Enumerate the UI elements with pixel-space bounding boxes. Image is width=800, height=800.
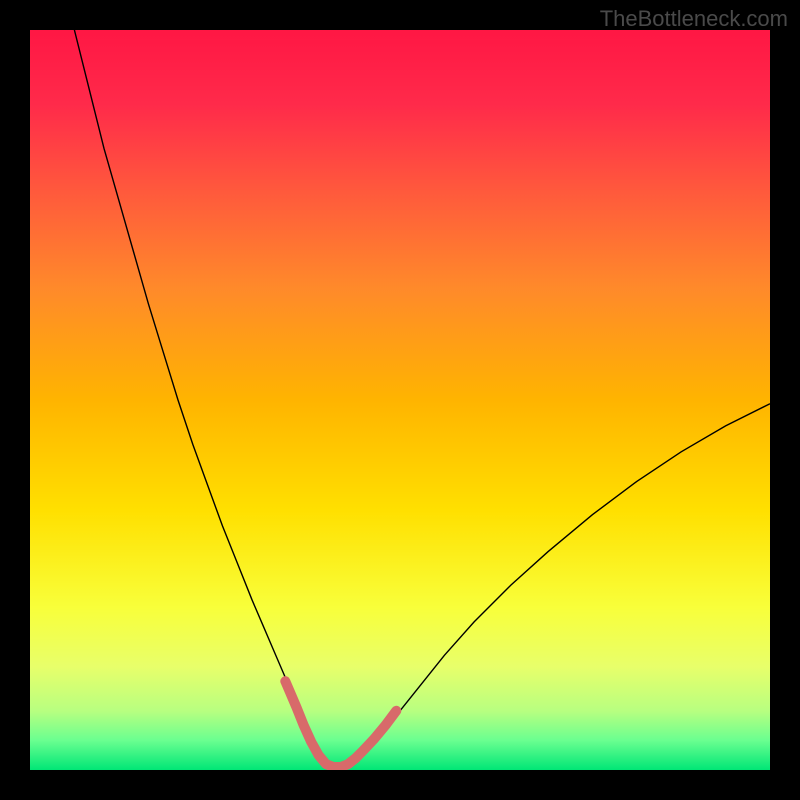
plot-svg bbox=[30, 30, 770, 770]
watermark-text: TheBottleneck.com bbox=[600, 6, 788, 32]
chart-container: TheBottleneck.com bbox=[0, 0, 800, 800]
gradient-background bbox=[30, 30, 770, 770]
plot-area bbox=[30, 30, 770, 770]
